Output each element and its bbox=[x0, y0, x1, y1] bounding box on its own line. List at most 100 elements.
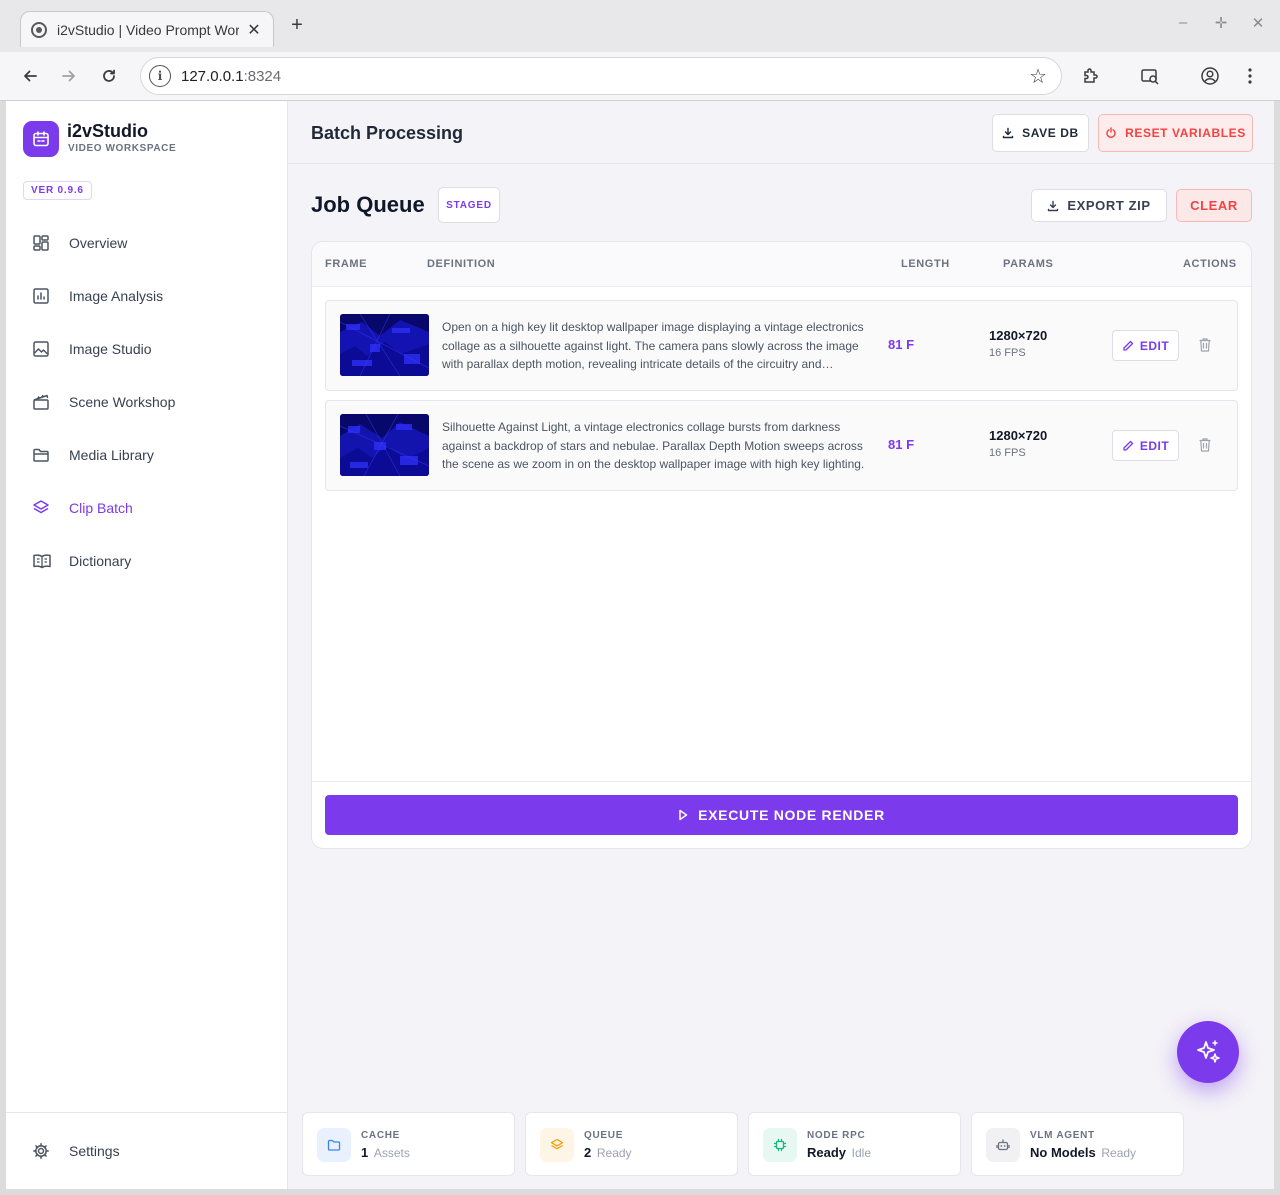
gear-icon bbox=[32, 1141, 60, 1161]
status-label: QUEUE bbox=[584, 1130, 624, 1141]
new-tab-button[interactable]: + bbox=[286, 14, 308, 37]
pencil-icon bbox=[1123, 340, 1133, 351]
edit-button[interactable]: EDIT bbox=[1112, 330, 1179, 361]
brand-name: i2vStudio bbox=[67, 121, 149, 141]
book-icon bbox=[32, 551, 60, 571]
clip-fps: 16 FPS bbox=[989, 347, 1026, 359]
frame-thumbnail bbox=[340, 314, 429, 376]
sidebar-item-label: Clip Batch bbox=[69, 500, 133, 516]
execute-label: EXECUTE NODE RENDER bbox=[698, 807, 885, 823]
tab-title: i2vStudio | Video Prompt Workshop bbox=[57, 21, 239, 38]
column-header-actions: ACTIONS bbox=[1183, 258, 1237, 270]
browser-tab[interactable]: i2vStudio | Video Prompt Workshop ✕ bbox=[20, 11, 274, 47]
export-zip-button[interactable]: EXPORT ZIP bbox=[1031, 189, 1167, 222]
sidebar: i2vStudio VIDEO WORKSPACE VER 0.9.6 Over… bbox=[6, 101, 288, 1189]
clip-length: 81 F bbox=[888, 437, 915, 452]
status-value: 2 Ready bbox=[584, 1145, 632, 1160]
sidebar-item-label: Image Analysis bbox=[69, 288, 164, 304]
sidebar-item-dictionary[interactable]: Dictionary bbox=[28, 544, 268, 578]
bookmark-star-icon[interactable]: ☆ bbox=[1029, 64, 1047, 89]
globe-icon bbox=[31, 21, 47, 38]
robot-icon bbox=[986, 1128, 1020, 1162]
address-bar[interactable]: i 127.0.0.1:8324 ☆ bbox=[140, 57, 1062, 95]
status-value: Ready Idle bbox=[807, 1145, 872, 1160]
sidebar-item-label: Scene Workshop bbox=[69, 394, 176, 410]
extensions-icon[interactable] bbox=[1077, 62, 1105, 90]
menu-kebab-icon[interactable] bbox=[1236, 62, 1264, 90]
maximize-icon[interactable]: ✛ bbox=[1211, 14, 1231, 32]
top-bar: Batch Processing SAVE DB RESET VARIABLES bbox=[288, 101, 1274, 164]
sidebar-item-settings[interactable]: Settings bbox=[28, 1134, 268, 1168]
column-header-params: PARAMS bbox=[1003, 258, 1054, 270]
forward-icon[interactable] bbox=[55, 62, 83, 90]
edit-label: EDIT bbox=[1139, 438, 1170, 453]
trash-icon[interactable] bbox=[1198, 337, 1212, 353]
minimize-icon[interactable]: – bbox=[1173, 14, 1193, 31]
status-value: No Models Ready bbox=[1030, 1145, 1137, 1160]
sidebar-item-scene-workshop[interactable]: Scene Workshop bbox=[28, 385, 268, 419]
column-header-length: LENGTH bbox=[901, 258, 950, 270]
status-card-node-rpc: NODE RPC Ready Idle bbox=[748, 1112, 961, 1176]
status-card-cache: CACHE 1 Assets bbox=[302, 1112, 515, 1176]
trash-icon[interactable] bbox=[1198, 437, 1212, 453]
edit-button[interactable]: EDIT bbox=[1112, 430, 1179, 461]
reset-variables-button[interactable]: RESET VARIABLES bbox=[1098, 114, 1253, 152]
export-zip-label: EXPORT ZIP bbox=[1067, 198, 1151, 213]
app-root: i2vStudio VIDEO WORKSPACE VER 0.9.6 Over… bbox=[6, 101, 1274, 1189]
close-icon[interactable]: ✕ bbox=[245, 20, 263, 40]
layers-icon bbox=[540, 1128, 574, 1162]
edit-label: EDIT bbox=[1139, 338, 1170, 353]
status-label: VLM AGENT bbox=[1030, 1130, 1095, 1141]
clear-button[interactable]: CLEAR bbox=[1176, 189, 1252, 222]
job-queue-panel: FRAME DEFINITION LENGTH PARAMS ACTIONS O… bbox=[311, 241, 1252, 849]
reset-variables-label: RESET VARIABLES bbox=[1125, 126, 1246, 140]
execute-node-render-button[interactable]: EXECUTE NODE RENDER bbox=[325, 795, 1238, 835]
table-row[interactable]: Open on a high key lit desktop wallpaper… bbox=[325, 300, 1238, 391]
section-title: Job Queue bbox=[311, 192, 425, 217]
tab-search-icon[interactable] bbox=[1136, 62, 1164, 90]
info-icon[interactable]: i bbox=[149, 65, 171, 87]
window-close-icon[interactable]: ✕ bbox=[1248, 14, 1268, 32]
status-label: CACHE bbox=[361, 1130, 401, 1141]
save-db-button[interactable]: SAVE DB bbox=[992, 114, 1089, 152]
back-icon[interactable] bbox=[16, 62, 44, 90]
reload-icon[interactable] bbox=[95, 62, 123, 90]
sidebar-item-label: Media Library bbox=[69, 447, 154, 463]
status-label: NODE RPC bbox=[807, 1130, 866, 1141]
sidebar-item-image-analysis[interactable]: Image Analysis bbox=[28, 279, 268, 313]
tab-strip: i2vStudio | Video Prompt Workshop ✕ + – … bbox=[0, 0, 1280, 52]
clip-fps: 16 FPS bbox=[989, 447, 1026, 459]
sidebar-item-label: Dictionary bbox=[69, 553, 132, 569]
sidebar-item-label: Image Studio bbox=[69, 341, 152, 357]
status-card-queue: QUEUE 2 Ready bbox=[525, 1112, 738, 1176]
grid-icon bbox=[32, 233, 60, 253]
clip-resolution: 1280×720 bbox=[989, 428, 1048, 443]
status-card-vlm-agent: VLM AGENT No Models Ready bbox=[971, 1112, 1184, 1176]
brand-subtitle: VIDEO WORKSPACE bbox=[68, 143, 177, 154]
clip-length: 81 F bbox=[888, 337, 915, 352]
sidebar-item-media-library[interactable]: Media Library bbox=[28, 438, 268, 472]
page-title: Batch Processing bbox=[311, 123, 464, 143]
sidebar-item-clip-batch[interactable]: Clip Batch bbox=[28, 491, 268, 525]
calendar-logo-icon bbox=[33, 131, 49, 147]
panel-divider bbox=[312, 781, 1251, 782]
column-header-definition: DEFINITION bbox=[427, 258, 496, 270]
prompt-definition: Open on a high key lit desktop wallpaper… bbox=[442, 320, 864, 371]
layers-icon bbox=[32, 498, 60, 518]
ai-assistant-button[interactable] bbox=[1177, 1021, 1239, 1083]
play-icon bbox=[679, 809, 688, 821]
sidebar-item-overview[interactable]: Overview bbox=[28, 226, 268, 260]
sidebar-item-label: Overview bbox=[69, 235, 128, 251]
browser-chrome: i2vStudio | Video Prompt Workshop ✕ + – … bbox=[0, 0, 1280, 101]
chip-icon bbox=[763, 1128, 797, 1162]
frame-thumbnail bbox=[340, 414, 429, 476]
staged-badge: STAGED bbox=[438, 187, 500, 223]
prompt-definition: Silhouette Against Light, a vintage elec… bbox=[442, 420, 865, 471]
url-port: :8324 bbox=[243, 67, 282, 85]
power-icon bbox=[1106, 127, 1116, 138]
table-row[interactable]: Silhouette Against Light, a vintage elec… bbox=[325, 400, 1238, 491]
status-value: 1 Assets bbox=[361, 1145, 410, 1160]
sidebar-item-image-studio[interactable]: Image Studio bbox=[28, 332, 268, 366]
profile-icon[interactable] bbox=[1196, 62, 1224, 90]
clip-resolution: 1280×720 bbox=[989, 328, 1048, 343]
